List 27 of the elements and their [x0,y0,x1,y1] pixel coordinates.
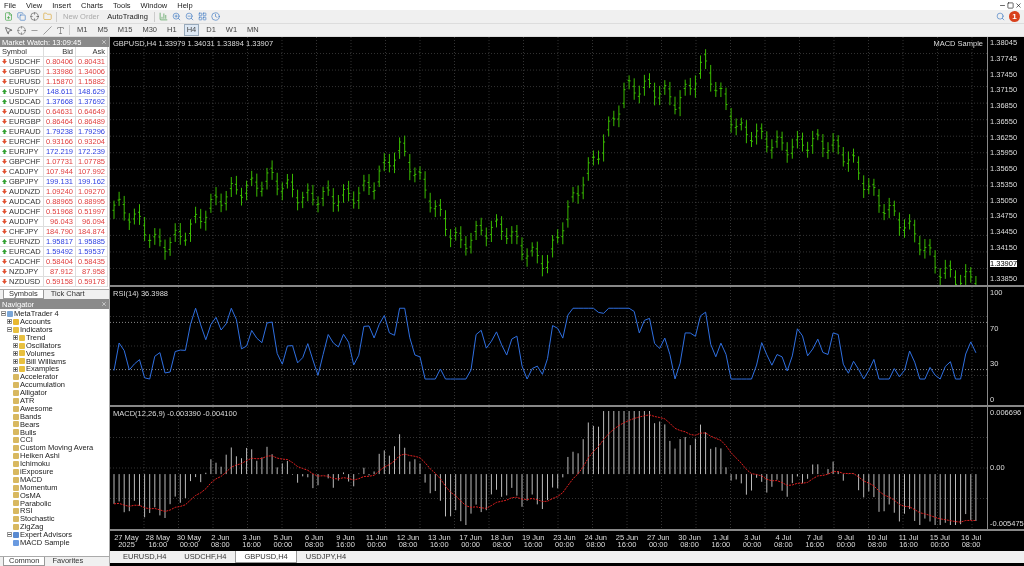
expand-toggle[interactable] [13,343,18,348]
text-icon[interactable] [56,25,65,35]
search-icon[interactable] [996,12,1005,21]
grid-icon[interactable] [197,12,207,21]
clock-icon[interactable] [210,12,220,21]
zoom-out-icon[interactable] [184,12,194,21]
collapse-toggle[interactable] [1,311,6,317]
expand-toggle[interactable] [7,319,12,325]
close-icon[interactable] [1015,1,1022,9]
bar-chart-icon[interactable] [158,12,168,21]
expand-toggle[interactable] [13,335,18,341]
expand-toggle[interactable] [13,358,18,364]
profiles-icon[interactable] [17,12,26,21]
zoom-in-icon[interactable] [171,12,181,21]
item-icon [7,310,13,317]
notification-badge[interactable]: 1 [1009,11,1020,22]
collapse-toggle[interactable] [7,532,12,538]
new-chart-icon[interactable] [4,12,13,21]
cursor-icon[interactable] [4,25,13,35]
crosshair-icon[interactable] [30,12,39,21]
collapse-toggle[interactable] [7,327,12,333]
trendline-icon[interactable] [43,25,52,35]
restore-icon[interactable] [1007,1,1014,9]
crosshair-icon[interactable] [17,25,26,35]
folder-icon[interactable] [43,12,52,21]
expand-toggle[interactable] [13,350,18,356]
expand-toggle[interactable] [13,366,18,372]
